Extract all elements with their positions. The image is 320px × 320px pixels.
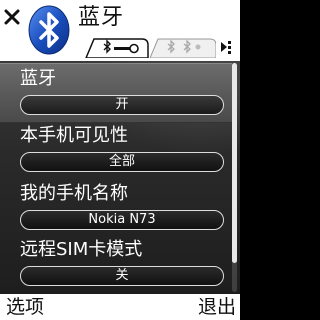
- scroll-indicator-icon: [221, 41, 231, 54]
- list-item-label: 本手机可见性: [20, 125, 128, 146]
- list-item-label: 我的手机名称: [20, 183, 128, 204]
- list-item-value[interactable]: Nokia N73: [20, 210, 224, 230]
- scrollbar-thumb[interactable]: [232, 63, 237, 263]
- settings-list: 蓝牙 开 本手机可见性 全部 我的手机名称 Nokia N73 远程SIM卡模式…: [0, 61, 240, 294]
- options-softkey[interactable]: 选项: [6, 294, 44, 320]
- close-x-icon[interactable]: [4, 9, 20, 25]
- bluetooth-devices-tab-icon[interactable]: [150, 38, 216, 58]
- list-item-phone-name[interactable]: 我的手机名称 Nokia N73: [0, 179, 232, 237]
- list-item-bluetooth[interactable]: 蓝牙 开: [0, 63, 232, 123]
- exit-softkey[interactable]: 退出: [198, 294, 236, 320]
- list-item-label: 远程SIM卡模式: [20, 239, 143, 260]
- bluetooth-screen: 蓝牙 蓝牙 开 本手机可见性 全部 我的手机名称 Nokia N73 远程SIM…: [0, 0, 240, 320]
- page-title: 蓝牙: [78, 5, 125, 30]
- softkey-bar: 选项 退出: [0, 294, 240, 320]
- tab-bar: [84, 38, 220, 58]
- list-item-visibility[interactable]: 本手机可见性 全部: [0, 121, 232, 179]
- list-item-label: 蓝牙: [20, 68, 56, 89]
- list-item-remote-sim[interactable]: 远程SIM卡模式 关: [0, 235, 232, 293]
- list-item-value[interactable]: 全部: [20, 152, 224, 172]
- list-item-value[interactable]: 关: [20, 266, 224, 286]
- bluetooth-settings-tab-icon[interactable]: [84, 38, 150, 58]
- header: 蓝牙: [0, 0, 240, 60]
- list-item-value[interactable]: 开: [20, 95, 224, 115]
- bluetooth-icon: [28, 5, 70, 55]
